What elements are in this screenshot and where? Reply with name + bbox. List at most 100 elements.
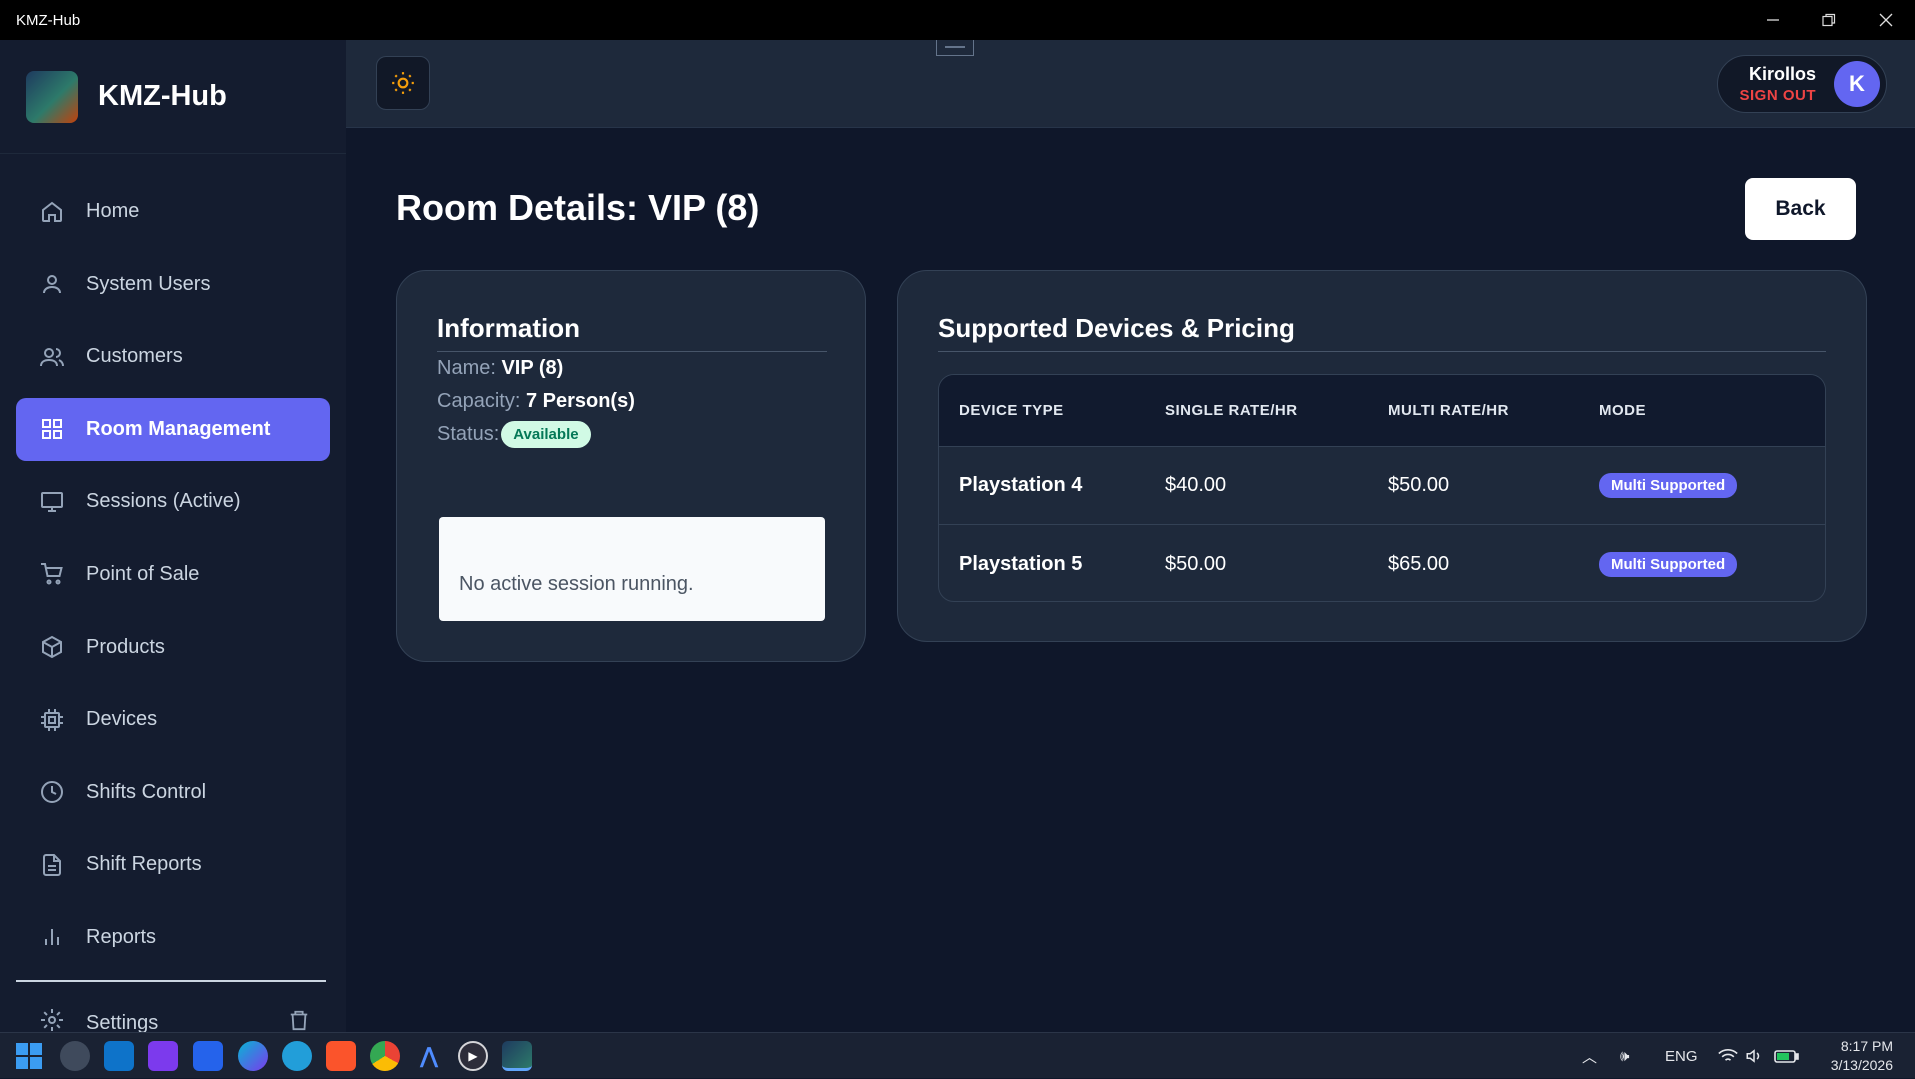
- drag-handle-icon[interactable]: [936, 40, 974, 56]
- start-button[interactable]: [14, 1041, 44, 1071]
- mode-badge: Multi Supported: [1599, 473, 1738, 498]
- taskbar: ⋀ ▶ ︿ 🕪 ENG 8:17 PM 3/13/2026: [0, 1032, 1915, 1078]
- sidebar-item-settings[interactable]: Settings: [40, 1008, 310, 1032]
- clock-icon: [40, 780, 64, 804]
- vscode-icon[interactable]: [104, 1041, 134, 1071]
- sidebar-item-room-management[interactable]: Room Management: [16, 397, 330, 461]
- brave-icon[interactable]: [326, 1041, 356, 1071]
- multi-rate-cell: $65.00: [1388, 552, 1450, 575]
- brand-name: KMZ-Hub: [98, 80, 227, 112]
- media-player-icon[interactable]: ▶: [458, 1041, 488, 1071]
- sidebar-item-system-users[interactable]: System Users: [16, 253, 330, 316]
- brand: KMZ-Hub: [0, 40, 346, 154]
- information-title: Information: [437, 313, 580, 343]
- sidebar-item-label: Reports: [86, 925, 157, 948]
- window-title-bar: KMZ-Hub: [0, 0, 1915, 40]
- divider: [437, 351, 827, 352]
- room-name-label: Name:: [437, 357, 496, 379]
- sidebar-item-label: Settings: [86, 1011, 159, 1033]
- sidebar-item-label: Shift Reports: [86, 853, 202, 876]
- brand-logo: [26, 70, 78, 123]
- avatar[interactable]: K: [1834, 61, 1880, 107]
- sidebar-nav: Home System Users Customers Room Managem…: [0, 154, 346, 969]
- file-icon: [40, 853, 64, 877]
- top-bar: Kirollos SIGN OUT K: [346, 40, 1915, 128]
- sidebar-item-point-of-sale[interactable]: Point of Sale: [16, 543, 330, 606]
- clock-time: 8:17 PM: [1840, 1038, 1893, 1054]
- telegram-icon[interactable]: [282, 1041, 312, 1071]
- kmz-hub-taskbar-icon[interactable]: [502, 1041, 532, 1071]
- wifi-icon[interactable]: [1718, 1033, 1738, 1079]
- arc-icon[interactable]: ⋀: [414, 1041, 444, 1071]
- sidebar-item-label: Sessions (Active): [86, 490, 241, 513]
- mode-badge: Multi Supported: [1599, 551, 1738, 577]
- information-card: Information Name: VIP (8) Capacity: 7 Pe…: [396, 270, 866, 662]
- device-type-cell: Playstation 4: [959, 474, 1083, 496]
- users-icon: [40, 345, 64, 369]
- bar-chart-icon: [40, 925, 64, 949]
- system-clock[interactable]: 8:17 PM 3/13/2026: [1831, 1037, 1893, 1075]
- grid-icon: [40, 417, 64, 441]
- close-icon: [1879, 13, 1893, 27]
- chrome-icon[interactable]: [370, 1041, 400, 1071]
- status-badge: Available: [501, 421, 591, 448]
- canva-icon[interactable]: [238, 1041, 268, 1071]
- room-status-row: Status: Available: [437, 421, 591, 448]
- column-header-device-type: DEVICE TYPE: [959, 402, 1064, 419]
- sidebar-item-customers[interactable]: Customers: [16, 325, 330, 388]
- sidebar-item-label: Home: [86, 200, 140, 222]
- battery-icon[interactable]: [1774, 1033, 1800, 1079]
- sidebar-item-shifts-control[interactable]: Shifts Control: [16, 761, 330, 824]
- room-status-label: Status:: [437, 422, 500, 445]
- trash-icon[interactable]: [288, 1009, 310, 1032]
- box-icon: [40, 635, 64, 659]
- user-menu: Kirollos SIGN OUT K: [1717, 55, 1887, 113]
- tray-overflow-icon[interactable]: ︿: [1582, 1033, 1597, 1079]
- single-rate-cell: $50.00: [1165, 552, 1227, 575]
- divider: [938, 351, 1826, 352]
- speaker-icon[interactable]: 🕪: [1620, 1033, 1629, 1079]
- sidebar-item-label: Devices: [86, 708, 158, 731]
- sun-icon: [392, 72, 414, 94]
- restore-button[interactable]: [1801, 0, 1857, 40]
- devices-table: DEVICE TYPE SINGLE RATE/HR MULTI RATE/HR…: [938, 374, 1826, 602]
- column-header-single-rate: SINGLE RATE/HR: [1165, 402, 1298, 419]
- sign-out-link[interactable]: SIGN OUT: [1739, 87, 1816, 104]
- device-type-cell: Playstation 5: [959, 552, 1083, 575]
- sidebar-item-products[interactable]: Products: [16, 616, 330, 679]
- table-header: DEVICE TYPE SINGLE RATE/HR MULTI RATE/HR…: [939, 375, 1825, 447]
- sidebar-item-label: System Users: [86, 272, 211, 295]
- sidebar-item-label: Products: [86, 635, 165, 658]
- sidebar-item-shift-reports[interactable]: Shift Reports: [16, 833, 330, 896]
- sidebar-item-home[interactable]: Home: [16, 180, 330, 243]
- sidebar-divider: [16, 980, 326, 982]
- session-status-box: No active session running.: [439, 517, 825, 621]
- session-status-text: No active session running.: [459, 573, 694, 595]
- restore-icon: [1822, 13, 1836, 27]
- back-button[interactable]: Back: [1745, 178, 1856, 240]
- table-row: Playstation 4 $40.00 $50.00 Multi Suppor…: [939, 447, 1825, 525]
- sidebar-item-reports[interactable]: Reports: [16, 906, 330, 969]
- room-capacity-value: 7 Person(s): [525, 390, 635, 412]
- column-header-multi-rate: MULTI RATE/HR: [1388, 402, 1509, 419]
- sidebar-item-label: Room Management: [86, 417, 271, 440]
- app-icon[interactable]: [193, 1041, 223, 1071]
- table-row: Playstation 5 $50.00 $65.00 Multi Suppor…: [939, 525, 1825, 601]
- page-title: Room Details: VIP (8): [396, 187, 760, 228]
- volume-icon[interactable]: [1745, 1033, 1763, 1079]
- windows-icon: [16, 1043, 42, 1069]
- minimize-button[interactable]: [1745, 0, 1801, 40]
- user-name: Kirollos: [1748, 64, 1816, 84]
- close-button[interactable]: [1858, 0, 1914, 40]
- theme-toggle-button[interactable]: [376, 56, 430, 110]
- user-icon: [40, 272, 64, 296]
- settings-app-icon[interactable]: [60, 1041, 90, 1071]
- visual-studio-icon[interactable]: [148, 1041, 178, 1071]
- sidebar-item-devices[interactable]: Devices: [16, 688, 330, 751]
- language-indicator[interactable]: ENG: [1665, 1033, 1698, 1079]
- sidebar-item-sessions[interactable]: Sessions (Active): [16, 470, 330, 533]
- sidebar-item-label: Point of Sale: [86, 562, 200, 585]
- room-name-value: VIP (8): [501, 357, 564, 379]
- devices-pricing-card: Supported Devices & Pricing DEVICE TYPE …: [897, 270, 1867, 642]
- window-title: KMZ-Hub: [16, 11, 81, 29]
